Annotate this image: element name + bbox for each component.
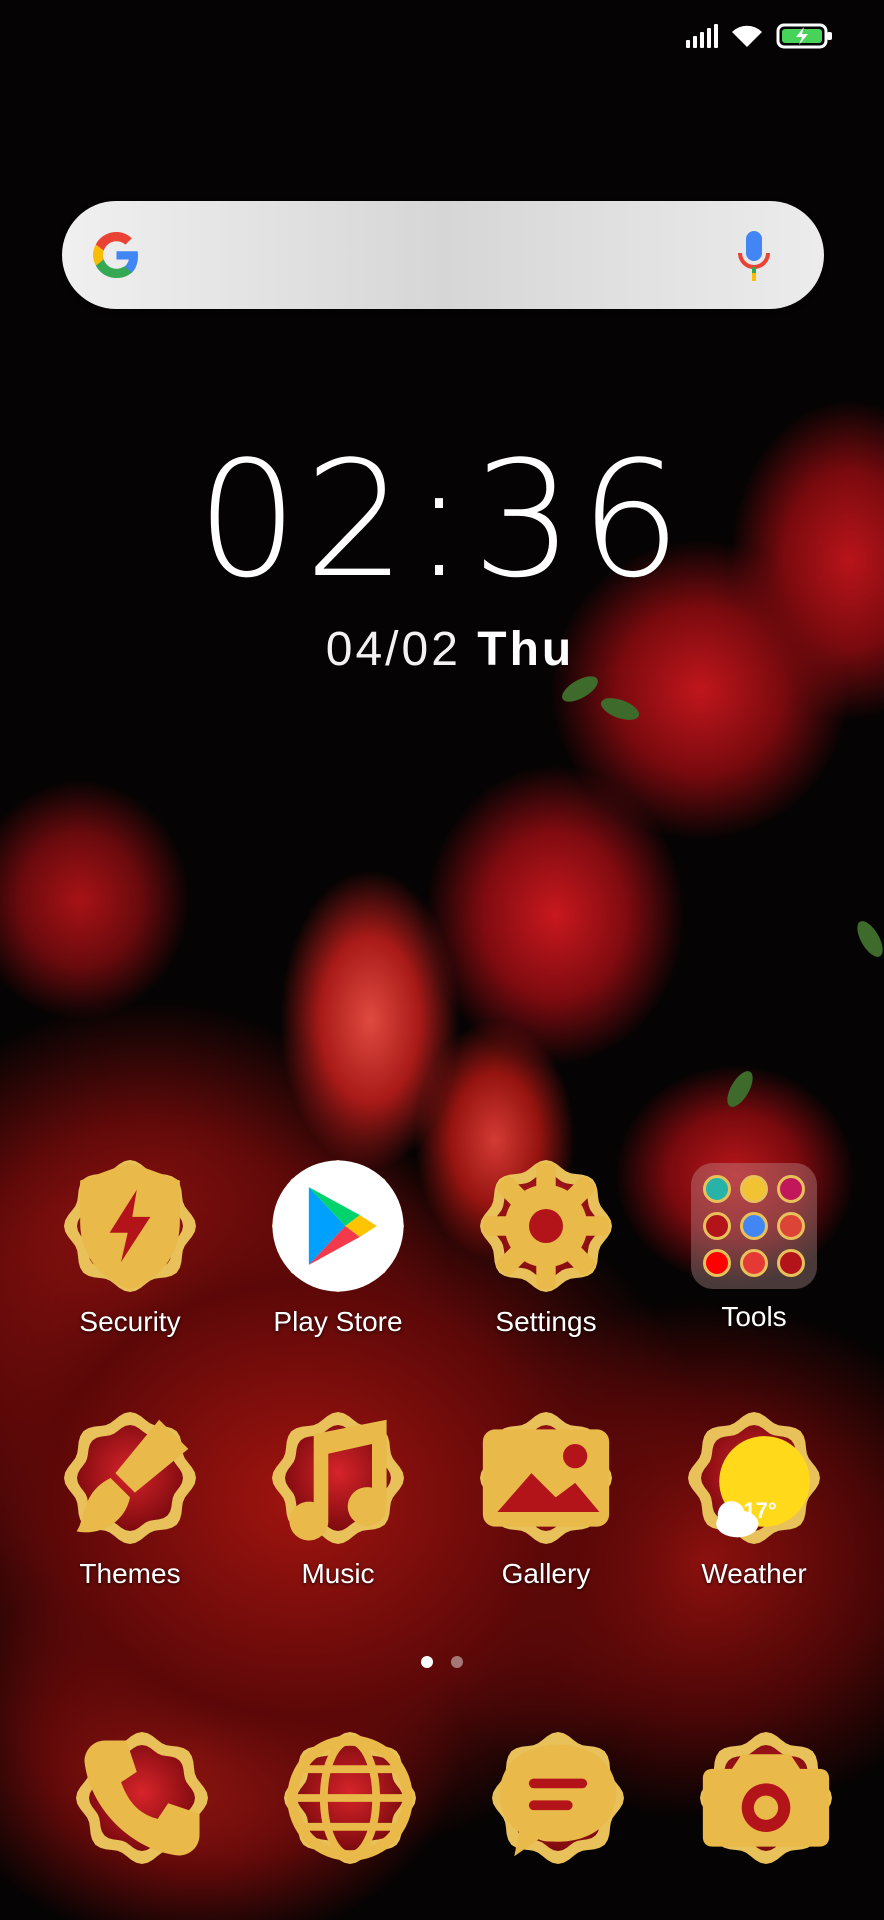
chat-bubble-icon — [499, 1744, 617, 1857]
signal-icon — [686, 24, 718, 48]
weather-badge: 17° — [686, 1410, 822, 1546]
play-store-icon — [272, 1160, 404, 1292]
globe-icon — [287, 1735, 413, 1861]
app-label: Settings — [495, 1306, 597, 1337]
battery-charging-icon — [776, 23, 832, 49]
phone-badge — [74, 1730, 210, 1866]
app-music[interactable]: Music — [258, 1410, 418, 1590]
app-label: Play Store — [273, 1306, 403, 1337]
app-label: Security — [79, 1306, 181, 1337]
phone-icon — [84, 1740, 200, 1856]
clock-time[interactable]: 02:36 — [0, 440, 884, 600]
camera-badge — [698, 1730, 834, 1866]
gear-icon — [482, 1162, 610, 1290]
app-label: Music — [301, 1558, 375, 1589]
app-label: Tools — [721, 1301, 787, 1332]
page-dot-2[interactable] — [451, 1656, 463, 1668]
shield-bolt-icon — [80, 1162, 180, 1290]
google-logo-icon — [93, 232, 138, 278]
app-label: Weather — [701, 1558, 807, 1589]
play-store-badge — [270, 1158, 406, 1294]
app-themes[interactable]: Themes — [50, 1410, 210, 1590]
music-badge — [270, 1410, 406, 1546]
browser-badge — [282, 1730, 418, 1866]
settings-badge — [478, 1158, 614, 1294]
messages-badge — [490, 1730, 626, 1866]
app-weather[interactable]: 17° Weather — [674, 1410, 834, 1590]
security-icon — [62, 1158, 198, 1294]
app-security[interactable]: Security — [50, 1158, 210, 1338]
wifi-icon — [732, 25, 762, 47]
themes-badge — [62, 1410, 198, 1546]
clock-date[interactable]: 04/02 Thu — [0, 622, 884, 677]
image-icon — [482, 1429, 610, 1527]
app-gallery[interactable]: Gallery — [466, 1410, 626, 1590]
dock-messages[interactable] — [478, 1730, 638, 1866]
app-play-store[interactable]: Play Store — [258, 1158, 418, 1338]
folder-tools[interactable]: Tools — [674, 1158, 834, 1333]
dock-camera[interactable] — [686, 1730, 846, 1866]
camera-icon — [702, 1754, 830, 1847]
weekday-text: Thu — [477, 623, 575, 676]
date-text: 04/02 — [325, 623, 461, 676]
page-dot-1[interactable] — [421, 1656, 433, 1668]
folder-icon — [691, 1163, 817, 1289]
music-note-icon — [289, 1419, 387, 1541]
sun-cloud-icon — [716, 1436, 810, 1538]
app-settings[interactable]: Settings — [466, 1158, 626, 1338]
app-label: Themes — [79, 1558, 181, 1589]
google-search-bar[interactable] — [62, 201, 824, 309]
page-indicator[interactable] — [0, 1656, 884, 1668]
paintbrush-icon — [76, 1419, 189, 1533]
app-label: Gallery — [501, 1558, 591, 1589]
status-bar — [686, 22, 834, 50]
dock-phone[interactable] — [62, 1730, 222, 1866]
microphone-icon[interactable] — [734, 229, 774, 283]
gallery-badge — [478, 1410, 614, 1546]
dock-browser[interactable] — [270, 1730, 430, 1866]
weather-temperature: 17° — [743, 1498, 777, 1523]
